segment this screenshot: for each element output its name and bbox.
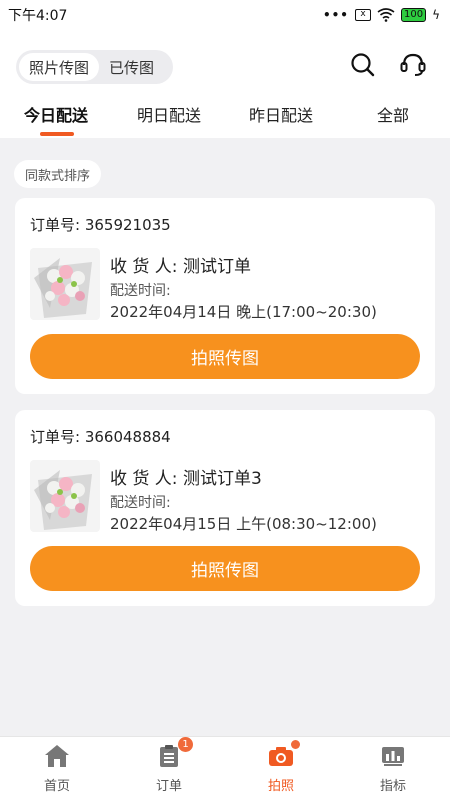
camera-icon <box>267 740 300 769</box>
order-card: 订单号: 365921035 收 货 人: 测试订单 配送时间: 2022年04… <box>15 198 435 394</box>
order-clipboard-icon: 1 <box>155 737 193 769</box>
order-card: 订单号: 366048884 收 货 人: 测试订单3 配送时间: 2022年0… <box>15 410 435 606</box>
flower-bouquet-image <box>30 248 100 320</box>
view-segmented-control: 照片传图 已传图 <box>16 50 173 84</box>
receiver-name: 收 货 人: 测试订单 <box>110 257 251 277</box>
bottom-nav: 首页 1 订单 拍照 指标 <box>0 736 450 800</box>
camera-notification-dot <box>291 740 300 749</box>
nav-camera-label: 拍照 <box>267 779 294 794</box>
tab-all[interactable]: 全部 <box>377 102 409 126</box>
sim-icon: x <box>354 9 371 21</box>
receiver-name: 收 货 人: 测试订单3 <box>110 469 262 489</box>
take-photo-upload-button[interactable]: 拍照传图 <box>30 546 420 591</box>
nav-orders-label: 订单 <box>155 779 182 794</box>
flower-bouquet-image <box>30 460 100 532</box>
order-number: 订单号: 366048884 <box>30 428 171 446</box>
charging-icon: ϟ <box>432 8 440 22</box>
active-tab-indicator <box>40 132 74 136</box>
search-icon[interactable] <box>348 50 378 80</box>
segment-photo-upload[interactable]: 照片传图 <box>19 53 100 81</box>
customer-service-icon[interactable] <box>398 50 428 80</box>
delivery-time-value: 2022年04月15日 上午(08:30~12:00) <box>110 515 377 533</box>
delivery-time-label: 配送时间: <box>110 495 171 511</box>
segment-uploaded[interactable]: 已传图 <box>99 53 164 81</box>
same-style-sort-button[interactable]: 同款式排序 <box>14 160 102 188</box>
header: 照片传图 已传图 今日配送 明日配送 昨日配送 全部 <box>0 30 450 138</box>
tab-yesterday[interactable]: 昨日配送 <box>249 102 313 126</box>
status-icons: ••• x 100 ϟ <box>323 8 440 22</box>
nav-orders[interactable]: 1 订单 <box>134 737 204 799</box>
status-time: 下午4:07 <box>8 8 68 24</box>
nav-metrics-label: 指标 <box>379 779 406 794</box>
take-photo-upload-button[interactable]: 拍照传图 <box>30 334 420 379</box>
order-number: 订单号: 365921035 <box>30 216 171 234</box>
wifi-icon <box>377 8 395 22</box>
tab-today[interactable]: 今日配送 <box>24 102 88 126</box>
nav-home-label: 首页 <box>43 779 70 794</box>
nav-metrics[interactable]: 指标 <box>358 743 428 799</box>
nav-camera[interactable]: 拍照 <box>246 740 316 799</box>
home-icon <box>43 743 71 769</box>
chart-icon <box>379 743 407 769</box>
order-count-badge: 1 <box>178 737 193 752</box>
status-bar: 下午4:07 ••• x 100 ϟ <box>0 0 450 30</box>
battery-icon: 100 <box>400 8 427 22</box>
delivery-time-value: 2022年04月14日 晚上(17:00~20:30) <box>110 303 377 321</box>
date-tabs: 今日配送 明日配送 昨日配送 全部 <box>0 92 450 138</box>
nav-home[interactable]: 首页 <box>22 743 92 799</box>
tab-tomorrow[interactable]: 明日配送 <box>137 102 201 126</box>
more-dots-icon: ••• <box>322 8 349 22</box>
delivery-time-label: 配送时间: <box>110 283 171 299</box>
